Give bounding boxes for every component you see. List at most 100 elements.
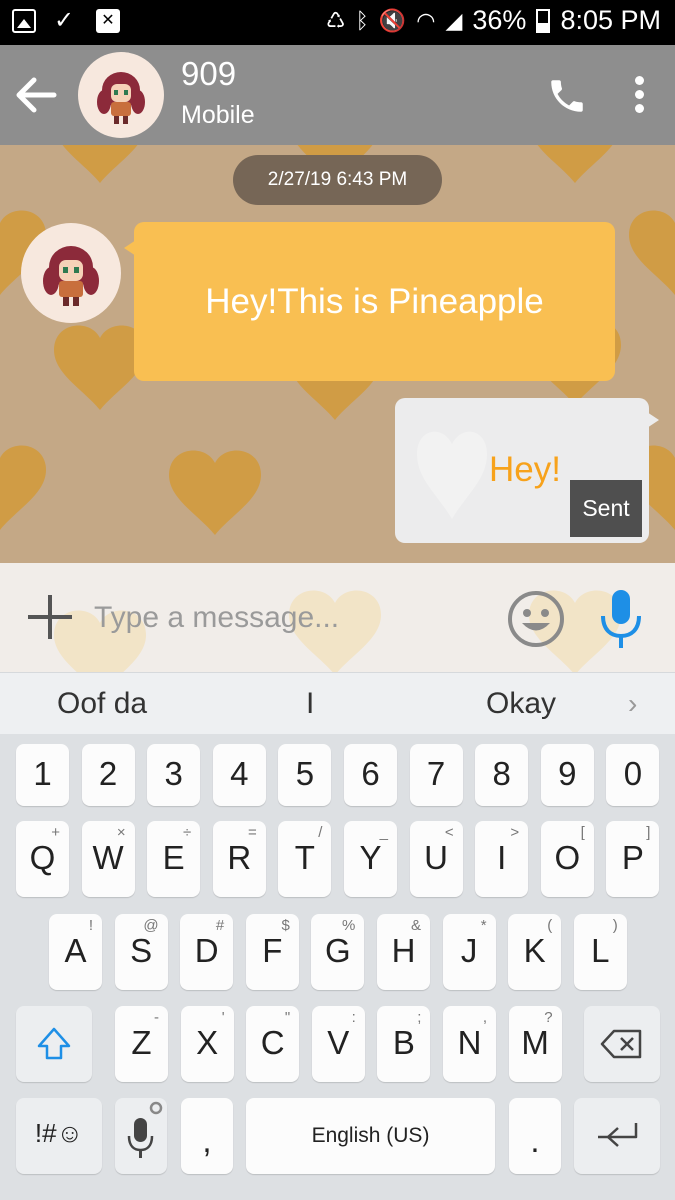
space-key[interactable]: English (US) bbox=[246, 1098, 495, 1174]
backspace-key[interactable] bbox=[584, 1006, 660, 1082]
key-b-label: B bbox=[392, 1024, 415, 1061]
enter-key[interactable] bbox=[574, 1098, 660, 1174]
key-b-alt-label: ; bbox=[417, 1009, 422, 1026]
outgoing-message-text: Hey! bbox=[489, 450, 561, 489]
space-key-label: English (US) bbox=[311, 1124, 430, 1147]
key-u[interactable]: U < bbox=[409, 821, 463, 897]
key-s[interactable]: S @ bbox=[114, 914, 168, 990]
gallery-notification-icon bbox=[12, 9, 36, 33]
key-n-alt-label: , bbox=[482, 1009, 487, 1026]
contact-name[interactable]: 909 bbox=[181, 55, 236, 93]
key-s-alt-label: @ bbox=[143, 917, 159, 934]
voice-input-key[interactable] bbox=[115, 1098, 167, 1174]
suggestion-strip: Oof da I Okay › bbox=[0, 672, 675, 734]
key-u-label: U bbox=[424, 839, 449, 876]
microphone-settings-icon bbox=[127, 1101, 163, 1158]
key-f-alt-label: $ bbox=[281, 917, 290, 934]
composer-bar bbox=[0, 563, 675, 672]
battery-icon bbox=[536, 8, 551, 33]
key-d[interactable]: D # bbox=[180, 914, 234, 990]
key-o[interactable]: O[ bbox=[540, 821, 594, 897]
more-vert-icon[interactable] bbox=[626, 73, 652, 119]
suggestion-2[interactable]: I bbox=[306, 673, 314, 735]
key-n[interactable]: N, bbox=[443, 1006, 496, 1082]
key-w[interactable]: W × bbox=[81, 821, 135, 897]
key-6[interactable]: 6 bbox=[344, 744, 397, 806]
key-p[interactable]: P] bbox=[606, 821, 660, 897]
phone-icon[interactable] bbox=[546, 75, 588, 117]
key-h[interactable]: H & bbox=[377, 914, 430, 990]
key-7-label: 7 bbox=[426, 755, 446, 792]
conversation-area[interactable]: 2/27/19 6:43 PM Hey!This is Pineapple He… bbox=[0, 145, 675, 563]
suggestion-1[interactable]: Oof da bbox=[57, 673, 147, 735]
bubble-decoration bbox=[417, 431, 487, 519]
contact-type: Mobile bbox=[181, 101, 255, 129]
key-m[interactable]: M? bbox=[508, 1006, 562, 1082]
missed-notification-icon: ✕ bbox=[96, 9, 120, 33]
emoji-icon[interactable] bbox=[507, 590, 565, 648]
suggestion-3[interactable]: Okay bbox=[486, 673, 556, 735]
key-l[interactable]: L) bbox=[573, 914, 627, 990]
sender-avatar[interactable] bbox=[21, 223, 121, 323]
key-r-alt-label: = bbox=[248, 824, 257, 841]
key-p-label: P bbox=[621, 839, 644, 876]
key-z-alt-label: - bbox=[154, 1009, 159, 1026]
shift-key[interactable] bbox=[16, 1006, 92, 1082]
plus-icon[interactable] bbox=[28, 595, 72, 639]
key-2-label: 2 bbox=[98, 755, 118, 792]
key-p-alt-label: ] bbox=[646, 824, 651, 841]
key-x-label: X bbox=[196, 1024, 219, 1061]
message-input[interactable] bbox=[94, 593, 494, 643]
date-divider: 2/27/19 6:43 PM bbox=[233, 155, 442, 205]
key-j[interactable]: J * bbox=[442, 914, 496, 990]
key-j-alt-label: * bbox=[480, 917, 487, 934]
key-4[interactable]: 4 bbox=[212, 744, 266, 806]
key-1[interactable]: 1 bbox=[16, 744, 69, 806]
status-bar: ✓ ✕ ♺ ᛒ 🔇 ◠ ◢ 36% 8:05 PM bbox=[0, 0, 675, 45]
key-y[interactable]: Y _ bbox=[344, 821, 397, 897]
key-v[interactable]: V: bbox=[311, 1006, 365, 1082]
key-b[interactable]: B; bbox=[377, 1006, 431, 1082]
key-y-alt-label: _ bbox=[379, 824, 388, 841]
key-z-label: Z bbox=[131, 1024, 152, 1061]
key-8[interactable]: 8 bbox=[475, 744, 529, 806]
key-m-label: M bbox=[521, 1024, 549, 1061]
key-7[interactable]: 7 bbox=[409, 744, 463, 806]
key-t-alt-label: / bbox=[318, 824, 323, 841]
key-q[interactable]: Q + bbox=[16, 821, 69, 897]
key-a[interactable]: A! bbox=[49, 914, 102, 990]
key-0[interactable]: 0 bbox=[606, 744, 660, 806]
key-5[interactable]: 5 bbox=[278, 744, 332, 806]
key-3[interactable]: 3 bbox=[147, 744, 201, 806]
key-e[interactable]: E ÷ bbox=[147, 821, 201, 897]
key-d-label: D bbox=[194, 932, 219, 969]
mute-icon: 🔇 bbox=[378, 7, 407, 33]
key-o-alt-label: [ bbox=[580, 824, 585, 841]
key-i[interactable]: I > bbox=[475, 821, 529, 897]
contact-avatar[interactable] bbox=[78, 52, 164, 138]
key-z[interactable]: Z- bbox=[115, 1006, 168, 1082]
key-2[interactable]: 2 bbox=[81, 744, 135, 806]
key-c-label: C bbox=[260, 1024, 285, 1061]
key-5-label: 5 bbox=[295, 755, 315, 792]
key-x-alt-label: ' bbox=[221, 1009, 225, 1026]
back-arrow-icon[interactable] bbox=[14, 73, 58, 117]
key-9[interactable]: 9 bbox=[540, 744, 594, 806]
chevron-right-icon[interactable]: › bbox=[628, 688, 637, 720]
incoming-message-bubble[interactable]: Hey!This is Pineapple bbox=[124, 222, 615, 381]
bluetooth-icon: ᛒ bbox=[355, 7, 369, 33]
symbols-key[interactable]: !#☺ bbox=[16, 1098, 102, 1174]
microphone-icon[interactable] bbox=[598, 588, 644, 650]
key-r[interactable]: R = bbox=[212, 821, 266, 897]
key-k[interactable]: K( bbox=[508, 914, 562, 990]
key-c[interactable]: C " bbox=[246, 1006, 300, 1082]
key-x[interactable]: X ' bbox=[180, 1006, 234, 1082]
key-f[interactable]: F $ bbox=[245, 914, 299, 990]
comma-key[interactable]: , bbox=[181, 1098, 233, 1174]
key-l-alt-label: ) bbox=[612, 917, 618, 934]
key-t[interactable]: T / bbox=[278, 821, 332, 897]
period-key[interactable]: . bbox=[509, 1098, 561, 1174]
key-g[interactable]: G% bbox=[311, 914, 365, 990]
key-i-label: I bbox=[497, 839, 507, 876]
enter-icon bbox=[598, 1123, 638, 1147]
